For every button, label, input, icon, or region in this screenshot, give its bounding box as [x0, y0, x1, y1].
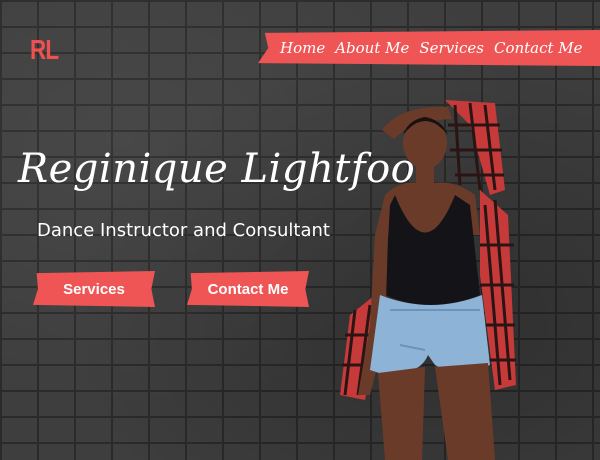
site-logo[interactable]: RL: [30, 34, 59, 66]
nav-contact-me[interactable]: Contact Me: [494, 39, 583, 57]
contact-me-button[interactable]: Contact Me: [187, 271, 309, 307]
services-button[interactable]: Services: [33, 271, 155, 307]
hero-subtitle: Dance Instructor and Consultant: [37, 220, 330, 241]
dancer-photo: [340, 100, 516, 460]
main-nav: Home About Me Services Contact Me: [258, 30, 600, 66]
nav-services[interactable]: Services: [419, 39, 484, 57]
nav-home[interactable]: Home: [280, 39, 325, 57]
nav-about-me[interactable]: About Me: [335, 39, 409, 57]
